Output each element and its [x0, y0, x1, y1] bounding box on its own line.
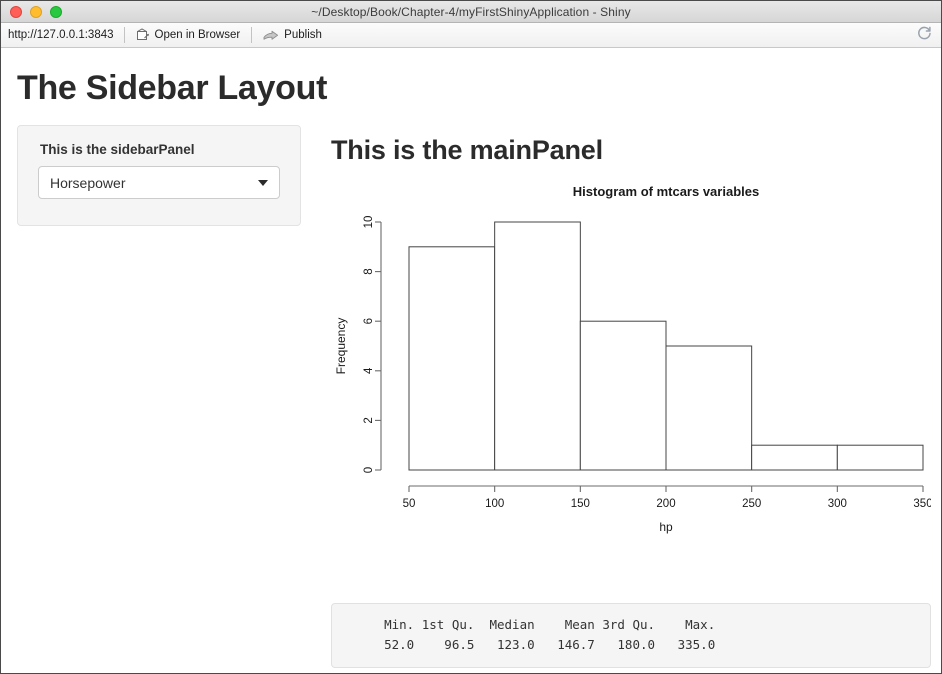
svg-text:Frequency: Frequency: [334, 318, 348, 375]
maximize-window-button[interactable]: [50, 5, 62, 18]
svg-text:150: 150: [571, 498, 590, 510]
app-url[interactable]: http://127.0.0.1:3843: [1, 29, 124, 41]
histogram-svg: Histogram of mtcars variables 0 2 4 6 8 10 Freq…: [334, 184, 933, 534]
publish-button[interactable]: Publish: [252, 23, 333, 47]
open-in-browser-icon: [136, 28, 150, 42]
histogram-plot: Histogram of mtcars variables 0 2 4 6 8 10 Freq…: [331, 180, 933, 585]
app-content: The Sidebar Layout This is the sidebarPa…: [1, 48, 941, 672]
variable-select-wrapper: Horsepower: [38, 166, 280, 200]
svg-text:300: 300: [828, 498, 847, 510]
window-title: ~/Desktop/Book/Chapter-4/myFirstShinyApp…: [311, 4, 631, 19]
svg-text:50: 50: [403, 498, 416, 510]
variable-select[interactable]: Horsepower: [38, 166, 280, 200]
shiny-app-window: ~/Desktop/Book/Chapter-4/myFirstShinyApp…: [0, 0, 942, 674]
reload-button[interactable]: [916, 25, 933, 45]
summary-header-line: Min. 1st Qu. Median Mean 3rd Qu. Max.: [354, 617, 723, 633]
sidebar-panel: This is the sidebarPanel Horsepower: [17, 125, 301, 227]
traffic-lights: [1, 5, 62, 18]
svg-text:10: 10: [363, 216, 375, 229]
svg-text:0: 0: [363, 467, 375, 473]
svg-text:4: 4: [363, 367, 375, 374]
summary-output: Min. 1st Qu. Median Mean 3rd Qu. Max. 52…: [331, 603, 931, 669]
svg-text:hp: hp: [659, 520, 673, 534]
main-panel-heading: This is the mainPanel: [331, 135, 603, 166]
svg-text:2: 2: [363, 418, 375, 424]
summary-values-line: 52.0 96.5 123.0 146.7 180.0 335.0: [354, 636, 723, 652]
open-in-browser-label: Open in Browser: [154, 29, 241, 41]
svg-text:350: 350: [913, 498, 931, 510]
app-toolbar: http://127.0.0.1:3843 Open in Browser Pu…: [1, 23, 941, 48]
close-window-button[interactable]: [10, 5, 22, 18]
sidebar-panel-label: This is the sidebarPanel: [40, 142, 195, 158]
svg-text:250: 250: [742, 498, 761, 510]
main-panel: This is the mainPanel Histogram of mtcar…: [301, 125, 941, 669]
sidebar-layout: This is the sidebarPanel Horsepower This…: [1, 125, 941, 669]
page-title: The Sidebar Layout: [17, 69, 328, 107]
svg-text:Histogram of mtcars variables: Histogram of mtcars variables: [573, 184, 759, 199]
svg-text:200: 200: [656, 498, 675, 510]
svg-text:100: 100: [485, 498, 504, 510]
minimize-window-button[interactable]: [30, 5, 42, 18]
window-titlebar: ~/Desktop/Book/Chapter-4/myFirstShinyApp…: [1, 1, 941, 23]
variable-select-value: Horsepower: [50, 174, 126, 191]
reload-icon: [916, 25, 933, 45]
publish-label: Publish: [284, 29, 322, 41]
publish-arrow-icon: [263, 29, 279, 42]
svg-text:6: 6: [363, 318, 375, 324]
open-in-browser-button[interactable]: Open in Browser: [125, 23, 252, 47]
svg-text:8: 8: [363, 269, 375, 275]
